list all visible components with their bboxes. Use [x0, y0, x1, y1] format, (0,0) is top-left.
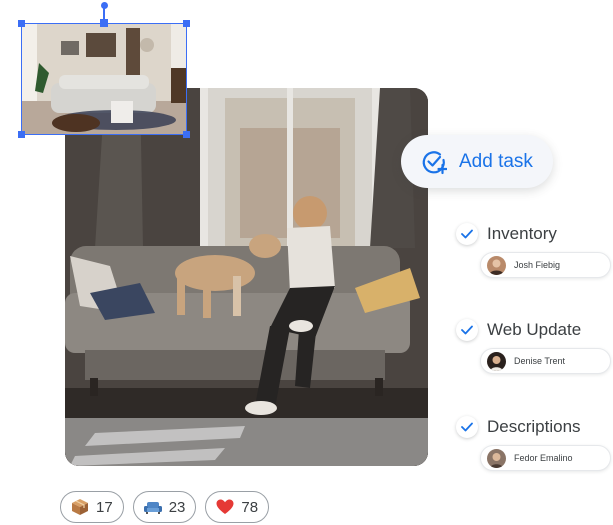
heart-icon	[215, 497, 235, 517]
add-task-icon	[421, 149, 448, 175]
task-title: Descriptions	[487, 417, 581, 436]
reaction-count: 78	[241, 498, 259, 516]
assignee-name: Josh Fiebig	[514, 260, 561, 270]
resize-handle-bottom-right[interactable]	[183, 131, 190, 138]
task-item: Web Update Denise Trent	[456, 318, 613, 374]
selection-frame	[21, 23, 187, 135]
selected-image[interactable]	[18, 2, 190, 138]
reaction-count: 17	[96, 498, 113, 516]
reaction-sofa[interactable]: 23	[132, 491, 197, 523]
resize-handle-top-right[interactable]	[183, 20, 190, 27]
reaction-package[interactable]: 17	[60, 491, 124, 523]
sofa-icon	[143, 497, 163, 517]
avatar	[487, 255, 506, 275]
package-icon	[70, 497, 90, 517]
add-task-button[interactable]: Add task	[401, 135, 553, 188]
check-icon[interactable]	[456, 319, 478, 341]
rotate-handle[interactable]	[100, 2, 108, 9]
assignee-name: Denise Trent	[514, 356, 566, 366]
main-photo	[65, 88, 428, 466]
resize-handle-top-left[interactable]	[18, 20, 25, 27]
check-icon[interactable]	[456, 416, 478, 438]
task-item: Inventory Josh Fiebig	[456, 222, 613, 278]
reaction-count: 23	[168, 498, 186, 516]
resize-handle-bottom-left[interactable]	[18, 131, 25, 138]
add-task-label: Add task	[459, 150, 533, 172]
reaction-bar: 17 23 78	[60, 491, 270, 523]
assignee-chip[interactable]: Josh Fiebig	[480, 252, 611, 278]
assignee-chip[interactable]: Denise Trent	[480, 348, 611, 374]
task-title: Inventory	[487, 224, 557, 243]
task-item: Descriptions Fedor Emalino	[456, 415, 613, 471]
assignee-chip[interactable]: Fedor Emalino	[480, 445, 611, 471]
avatar	[487, 448, 506, 468]
task-title: Web Update	[487, 320, 582, 339]
check-icon[interactable]	[456, 223, 478, 245]
reaction-heart[interactable]: 78	[205, 491, 270, 523]
assignee-name: Fedor Emalino	[514, 453, 573, 463]
avatar	[487, 351, 506, 371]
resize-handle-top[interactable]	[100, 19, 108, 27]
